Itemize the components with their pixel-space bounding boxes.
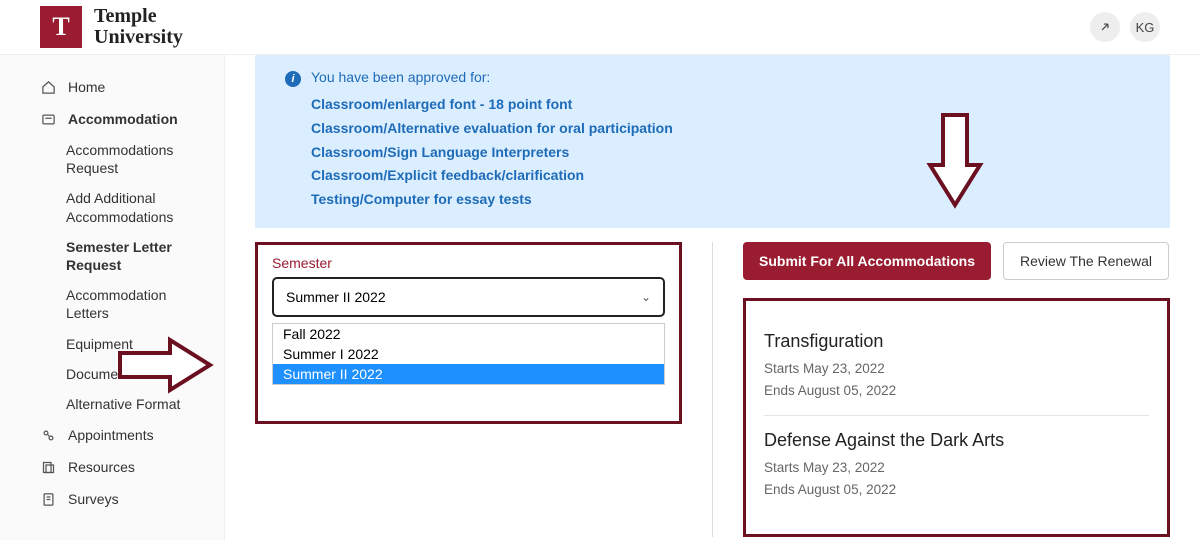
semester-option[interactable]: Summer I 2022: [273, 344, 664, 364]
submit-all-button[interactable]: Submit For All Accommodations: [743, 242, 991, 280]
semester-select[interactable]: Summer II 2022 ⌄: [272, 277, 665, 317]
info-icon: i: [285, 71, 301, 87]
banner-link[interactable]: Classroom/Sign Language Interpreters: [285, 141, 1140, 165]
accommodation-icon: [40, 112, 56, 127]
banner-link[interactable]: Classroom/enlarged font - 18 point font: [285, 93, 1140, 117]
course-start: Starts May 23, 2022: [764, 358, 1149, 380]
banner-link[interactable]: Classroom/Explicit feedback/clarificatio…: [285, 164, 1140, 188]
sidebar-sub-alternative-format[interactable]: Alternative Format: [0, 389, 224, 419]
sidebar-sub-add-additional[interactable]: Add Additional Accommodations: [0, 183, 224, 231]
resources-icon: [40, 460, 56, 475]
course-start: Starts May 23, 2022: [764, 457, 1149, 479]
sidebar-item-label: Surveys: [68, 491, 119, 507]
sidebar-sub-accommodations-request[interactable]: Accommodations Request: [0, 135, 224, 183]
logo-mark: T: [40, 6, 82, 48]
appointments-icon: [40, 428, 56, 443]
semester-option[interactable]: Summer II 2022: [273, 364, 664, 384]
sidebar-item-appointments[interactable]: Appointments: [0, 419, 224, 451]
sidebar: Home Accommodation Accommodations Reques…: [0, 55, 225, 540]
sidebar-item-accommodation[interactable]: Accommodation: [0, 103, 224, 135]
sidebar-item-resources[interactable]: Resources: [0, 451, 224, 483]
semester-option[interactable]: Fall 2022: [273, 324, 664, 344]
course-title: Transfiguration: [764, 331, 1149, 352]
semester-label: Semester: [272, 255, 665, 271]
course-end: Ends August 05, 2022: [764, 479, 1149, 501]
semester-selector-panel: Semester Summer II 2022 ⌄ Fall 2022 Summ…: [255, 242, 682, 424]
logo-text: Temple University: [94, 6, 183, 48]
logo[interactable]: T Temple University: [40, 6, 183, 48]
chevron-down-icon: ⌄: [641, 290, 651, 304]
expand-icon[interactable]: [1090, 12, 1120, 42]
review-renewal-button[interactable]: Review The Renewal: [1003, 242, 1169, 280]
sidebar-sub-documents[interactable]: Documents: [0, 359, 224, 389]
home-icon: [40, 80, 56, 95]
sidebar-item-label: Resources: [68, 459, 135, 475]
course-item: Defense Against the Dark Arts Starts May…: [764, 415, 1149, 514]
banner-link[interactable]: Testing/Computer for essay tests: [285, 188, 1140, 212]
sidebar-item-home[interactable]: Home: [0, 71, 224, 103]
banner-link[interactable]: Classroom/Alternative evaluation for ora…: [285, 117, 1140, 141]
sidebar-sub-equipment[interactable]: Equipment: [0, 329, 224, 359]
semester-selected-value: Summer II 2022: [286, 289, 386, 305]
sidebar-item-label: Home: [68, 79, 105, 95]
approval-banner: i You have been approved for: Classroom/…: [255, 55, 1170, 228]
sidebar-sub-accommodation-letters[interactable]: Accommodation Letters: [0, 280, 224, 328]
surveys-icon: [40, 492, 56, 507]
course-title: Defense Against the Dark Arts: [764, 430, 1149, 451]
courses-panel: Transfiguration Starts May 23, 2022 Ends…: [743, 298, 1170, 537]
sidebar-item-label: Accommodation: [68, 111, 178, 127]
sidebar-item-label: Appointments: [68, 427, 154, 443]
course-end: Ends August 05, 2022: [764, 380, 1149, 402]
course-item: Transfiguration Starts May 23, 2022 Ends…: [764, 317, 1149, 415]
semester-dropdown: Fall 2022 Summer I 2022 Summer II 2022: [272, 323, 665, 385]
banner-intro: You have been approved for:: [311, 69, 490, 87]
user-avatar[interactable]: KG: [1130, 12, 1160, 42]
sidebar-item-surveys[interactable]: Surveys: [0, 483, 224, 515]
sidebar-sub-semester-letter[interactable]: Semester Letter Request: [0, 232, 224, 280]
